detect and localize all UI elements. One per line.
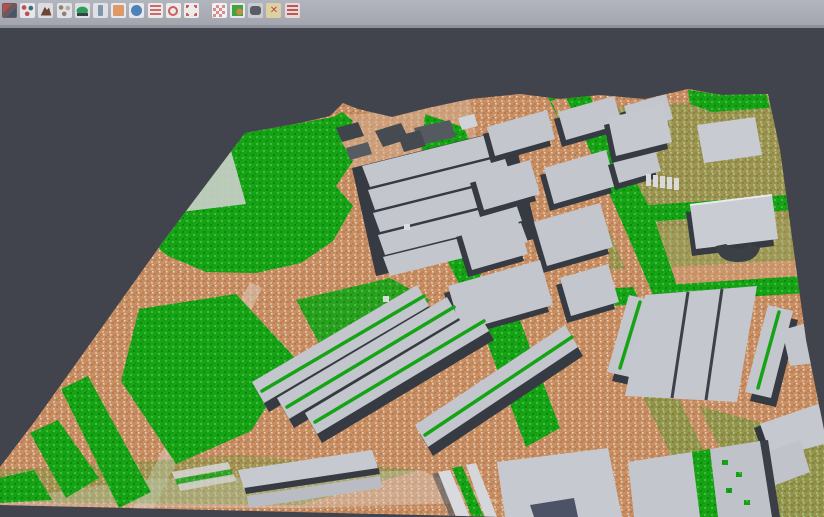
layers-icon[interactable] (148, 3, 163, 18)
import-project-icon[interactable] (2, 3, 17, 18)
classification-map-icon[interactable] (230, 3, 245, 18)
align-photos-icon[interactable] (20, 3, 35, 18)
terrain-model-icon[interactable] (75, 3, 90, 18)
measurements-icon[interactable] (285, 3, 300, 18)
application-window (0, 0, 824, 517)
profile-icon[interactable] (93, 3, 108, 18)
dense-cloud-icon[interactable] (57, 3, 72, 18)
dem-icon[interactable] (38, 3, 53, 18)
toolbar (0, 0, 824, 28)
selection-icon[interactable] (184, 3, 199, 18)
viewport-3d-scene[interactable] (0, 0, 824, 517)
transparency-icon[interactable] (212, 3, 227, 18)
orthophoto-icon[interactable] (111, 3, 126, 18)
camera-icon[interactable] (248, 3, 263, 18)
remove-item-icon[interactable] (266, 3, 281, 18)
geoprocessing-icon[interactable] (129, 3, 144, 18)
target-icon[interactable] (166, 3, 181, 18)
